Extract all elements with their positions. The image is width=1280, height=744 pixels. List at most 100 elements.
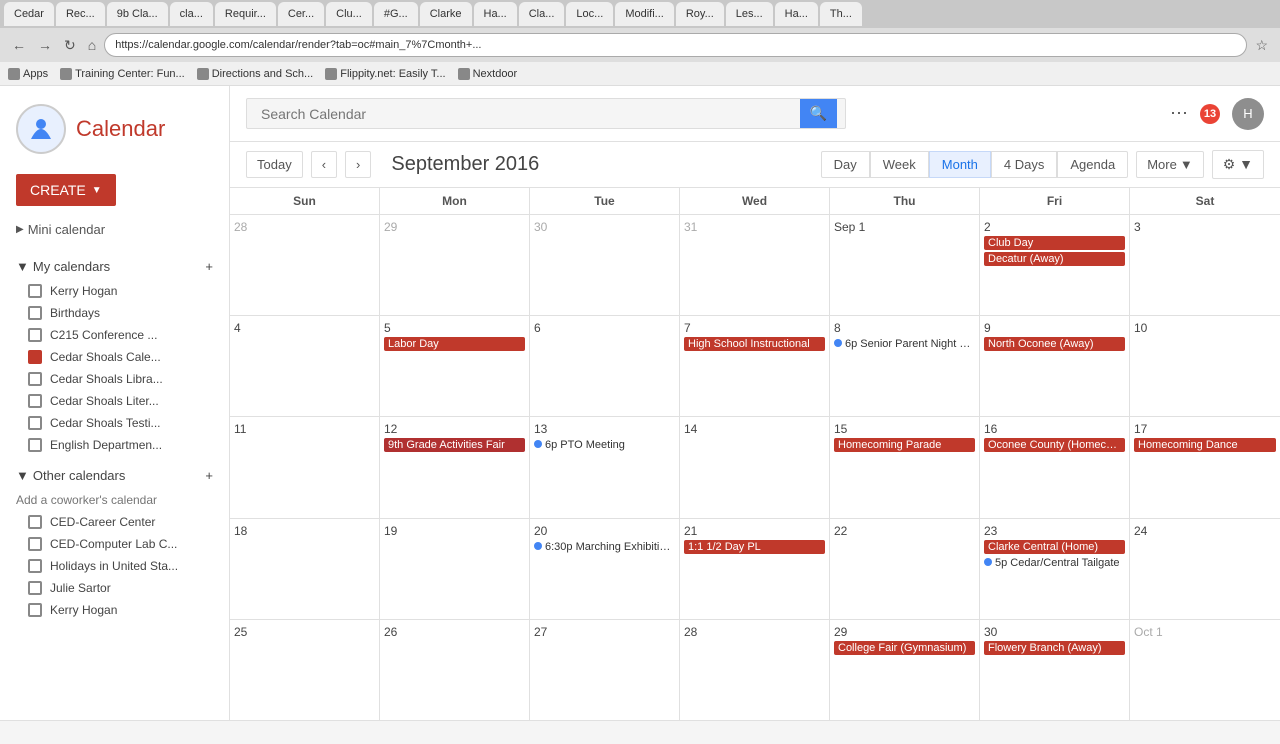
sidebar-item-cedar-shoals-cal[interactable]: Cedar Shoals Cale... [0, 346, 229, 368]
bookmark-apps[interactable]: Apps [8, 68, 48, 80]
today-button[interactable]: Today [246, 151, 303, 178]
cal-day[interactable]: 14 [680, 417, 830, 517]
add-calendar-icon[interactable]: + [205, 259, 213, 274]
sidebar-item-birthdays[interactable]: Birthdays [0, 302, 229, 324]
tab[interactable]: Ha... [775, 2, 818, 26]
avatar[interactable]: H [1232, 98, 1264, 130]
cal-day[interactable]: 20 6:30p Marching Exhibition [530, 519, 680, 619]
cal-day[interactable]: 5 Labor Day [380, 316, 530, 416]
cal-day[interactable]: 22 [830, 519, 980, 619]
cal-day[interactable]: 24 [1130, 519, 1280, 619]
view-4days-button[interactable]: 4 Days [991, 151, 1057, 178]
cal-day[interactable]: 28 [230, 215, 380, 315]
add-coworker-input-container[interactable] [0, 489, 229, 511]
cal-day[interactable]: 9 North Oconee (Away) [980, 316, 1130, 416]
calendar-checkbox[interactable] [28, 306, 42, 320]
cal-day[interactable]: 21 1:1 1/2 Day PL [680, 519, 830, 619]
view-week-button[interactable]: Week [870, 151, 929, 178]
bookmark-directions[interactable]: Directions and Sch... [197, 68, 314, 80]
calendar-checkbox[interactable] [28, 603, 42, 617]
tab[interactable]: #G... [374, 2, 418, 26]
sidebar-item-holidays[interactable]: Holidays in United Sta... [0, 555, 229, 577]
cal-day[interactable]: 30 [530, 215, 680, 315]
calendar-checkbox-checked[interactable] [28, 350, 42, 364]
calendar-checkbox[interactable] [28, 416, 42, 430]
tab[interactable]: Cedar [4, 2, 54, 26]
search-button[interactable]: 🔍 [800, 99, 837, 128]
cal-day[interactable]: 25 [230, 620, 380, 720]
calendar-checkbox[interactable] [28, 372, 42, 386]
cal-day[interactable]: 23 Clarke Central (Home) 5p Cedar/Centra… [980, 519, 1130, 619]
cal-day[interactable]: 7 High School Instructional [680, 316, 830, 416]
event-flowery-branch[interactable]: Flowery Branch (Away) [984, 641, 1125, 655]
cal-day[interactable]: 16 Oconee County (Homecon... [980, 417, 1130, 517]
event-high-school-instructional[interactable]: High School Instructional [684, 337, 825, 351]
cal-day[interactable]: Oct 1 [1130, 620, 1280, 720]
tab[interactable]: Modifi... [615, 2, 674, 26]
event-labor-day[interactable]: Labor Day [384, 337, 525, 351]
tab[interactable]: Clu... [326, 2, 372, 26]
forward-button[interactable]: → [34, 35, 56, 55]
cal-day[interactable]: Sep 1 [830, 215, 980, 315]
tab[interactable]: Ha... [474, 2, 517, 26]
bookmark-button[interactable]: ☆ [1251, 35, 1272, 56]
cal-day[interactable]: 30 Flowery Branch (Away) [980, 620, 1130, 720]
tab[interactable]: Rec... [56, 2, 105, 26]
prev-button[interactable]: ‹ [311, 151, 337, 178]
event-college-fair[interactable]: College Fair (Gymnasium) [834, 641, 975, 655]
tab[interactable]: Requir... [215, 2, 276, 26]
tab[interactable]: 9b Cla... [107, 2, 168, 26]
add-coworker-input[interactable] [16, 493, 213, 507]
cal-day[interactable]: 19 [380, 519, 530, 619]
view-agenda-button[interactable]: Agenda [1057, 151, 1128, 178]
add-other-calendar-icon[interactable]: + [205, 468, 213, 483]
bookmark-nextdoor[interactable]: Nextdoor [458, 68, 518, 80]
calendar-checkbox[interactable] [28, 438, 42, 452]
sidebar-item-cedar-shoals-lib[interactable]: Cedar Shoals Libra... [0, 368, 229, 390]
cal-day[interactable]: 3 [1130, 215, 1280, 315]
sidebar-item-english-dept[interactable]: English Departmen... [0, 434, 229, 456]
sidebar-item-c215[interactable]: C215 Conference ... [0, 324, 229, 346]
calendar-checkbox[interactable] [28, 515, 42, 529]
address-bar[interactable] [104, 33, 1247, 57]
bookmark-flippity[interactable]: Flippity.net: Easily T... [325, 68, 445, 80]
view-day-button[interactable]: Day [821, 151, 870, 178]
next-button[interactable]: › [345, 151, 371, 178]
other-calendars-header[interactable]: ▼ Other calendars + [0, 462, 229, 489]
event-marching-exhibition[interactable]: 6:30p Marching Exhibition [534, 540, 675, 554]
event-decatur[interactable]: Decatur (Away) [984, 252, 1125, 266]
sidebar-item-cedar-shoals-test[interactable]: Cedar Shoals Testi... [0, 412, 229, 434]
sidebar-item-ced-computer[interactable]: CED-Computer Lab C... [0, 533, 229, 555]
cal-day[interactable]: 8 6p Senior Parent Night (The... [830, 316, 980, 416]
cal-day[interactable]: 13 6p PTO Meeting [530, 417, 680, 517]
cal-day[interactable]: 12 9th Grade Activities Fair [380, 417, 530, 517]
tab[interactable]: Cer... [278, 2, 324, 26]
cal-day[interactable]: 29 College Fair (Gymnasium) [830, 620, 980, 720]
cal-day[interactable]: 2 Club Day Decatur (Away) [980, 215, 1130, 315]
create-button[interactable]: CREATE ▼ [16, 174, 116, 206]
cal-day[interactable]: 4 [230, 316, 380, 416]
sidebar-item-cedar-shoals-lit[interactable]: Cedar Shoals Liter... [0, 390, 229, 412]
bookmark-training[interactable]: Training Center: Fun... [60, 68, 185, 80]
tab[interactable]: Cla... [519, 2, 565, 26]
tab[interactable]: Les... [726, 2, 773, 26]
calendar-checkbox[interactable] [28, 284, 42, 298]
event-senior-parent-night[interactable]: 6p Senior Parent Night (The... [834, 337, 975, 351]
event-tailgate[interactable]: 5p Cedar/Central Tailgate [984, 556, 1125, 570]
cal-day[interactable]: 29 [380, 215, 530, 315]
tab[interactable]: Roy... [676, 2, 724, 26]
event-oconee-county[interactable]: Oconee County (Homecon... [984, 438, 1125, 452]
sidebar-item-kerry-hogan-other[interactable]: Kerry Hogan [0, 599, 229, 621]
search-input[interactable] [255, 100, 800, 128]
cal-day[interactable]: 17 Homecoming Dance [1130, 417, 1280, 517]
more-button[interactable]: More ▼ [1136, 151, 1204, 178]
event-half-day-pl[interactable]: 1:1 1/2 Day PL [684, 540, 825, 554]
mini-calendar-toggle[interactable]: ▶ Mini calendar [0, 216, 229, 243]
event-club-day[interactable]: Club Day [984, 236, 1125, 250]
calendar-checkbox[interactable] [28, 537, 42, 551]
tab[interactable]: Clarke [420, 2, 472, 26]
calendar-checkbox[interactable] [28, 581, 42, 595]
event-clarke-central[interactable]: Clarke Central (Home) [984, 540, 1125, 554]
cal-day[interactable]: 11 [230, 417, 380, 517]
cal-day[interactable]: 26 [380, 620, 530, 720]
